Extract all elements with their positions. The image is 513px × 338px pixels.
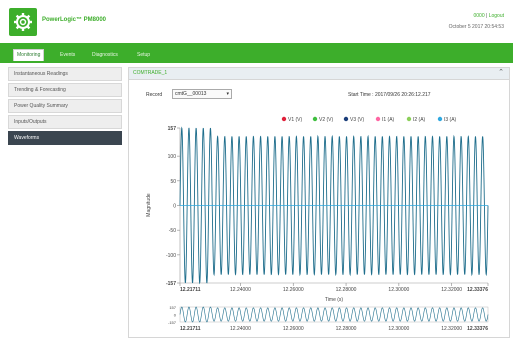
record-select[interactable]: cmtG__00013 ▾: [172, 89, 232, 99]
sidebar-item-instantaneous-readings[interactable]: Instantaneous Readings: [8, 67, 122, 81]
logout-link[interactable]: Logout: [489, 13, 504, 19]
user-info: 0000 | Logout: [473, 13, 504, 19]
app-header: PowerLogic™ PM8000 0000 | Logout October…: [0, 0, 513, 43]
tab-diagnostics[interactable]: Diagnostics: [89, 50, 121, 61]
settings-gear-icon: [9, 8, 37, 36]
tab-setup[interactable]: Setup: [134, 50, 153, 61]
record-select-value: cmtG__00013: [175, 91, 207, 97]
sidebar-item-trending-forecasting[interactable]: Trending & Forecasting: [8, 83, 122, 97]
sidebar-item-waveforms[interactable]: Waveforms: [8, 131, 122, 145]
tab-events[interactable]: Events: [57, 50, 78, 61]
start-time: Start Time : 2017/09/26 20:26:12.217: [348, 92, 431, 98]
chevron-up-icon[interactable]: ⌃: [498, 68, 504, 76]
sidebar-item-power-quality-summary[interactable]: Power Quality Summary: [8, 99, 122, 113]
sidebar-item-inputs-outputs[interactable]: Inputs/Outputs: [8, 115, 122, 129]
record-label: Record: [146, 92, 163, 98]
app-title: PowerLogic™ PM8000: [42, 17, 107, 23]
waveform-panel: COMTRADE_1 ⌃: [128, 67, 510, 338]
panel-title: COMTRADE_1: [133, 70, 168, 76]
current-datetime: October 5 2017 20:54:53: [448, 24, 504, 30]
user-link[interactable]: 0000: [473, 13, 484, 19]
main-nav: Monitoring Events Diagnostics Setup: [0, 43, 513, 63]
tab-monitoring[interactable]: Monitoring: [13, 49, 45, 61]
caret-down-icon: ▾: [226, 91, 229, 97]
panel-header: COMTRADE_1 ⌃: [129, 68, 509, 80]
